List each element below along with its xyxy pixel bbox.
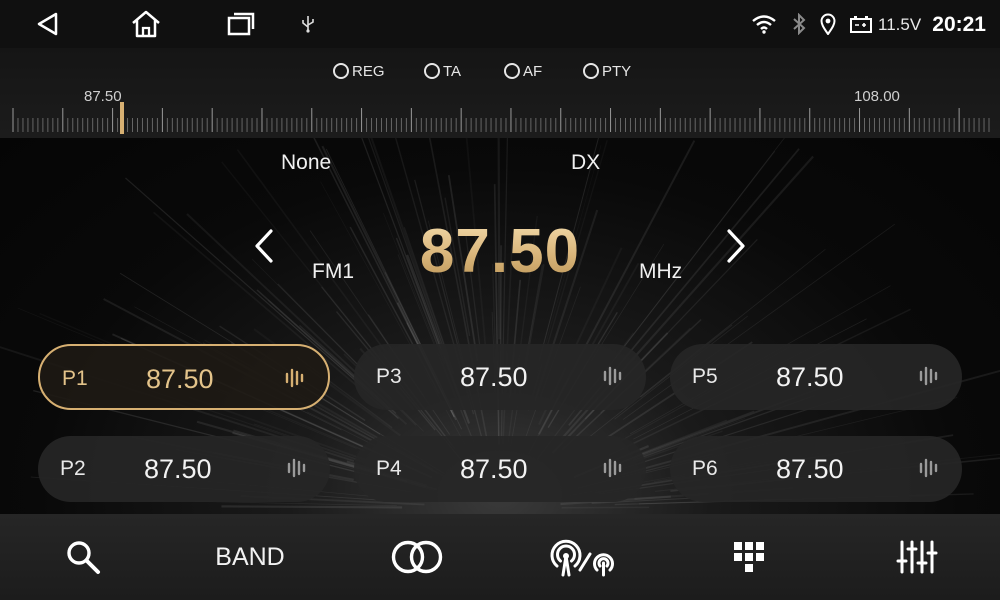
- bluetooth-icon: [788, 0, 810, 48]
- preset-label: P6: [692, 457, 718, 480]
- signal-icon: [603, 366, 622, 386]
- preset-p2[interactable]: P2 87.50: [38, 436, 330, 502]
- frequency-marker[interactable]: [120, 102, 124, 134]
- preset-label: P5: [692, 365, 718, 388]
- preset-frequency: 87.50: [776, 454, 844, 484]
- preset-frequency: 87.50: [144, 454, 212, 484]
- preset-label: P4: [376, 457, 402, 480]
- pty-name: None: [281, 151, 332, 174]
- home-icon[interactable]: [128, 0, 164, 48]
- preset-frequency: 87.50: [146, 364, 214, 394]
- signal-icon: [287, 458, 306, 478]
- af-label: AF: [523, 62, 543, 80]
- preset-label: P2: [60, 457, 86, 480]
- signal-icon: [919, 458, 938, 478]
- stereo-icon[interactable]: [385, 514, 449, 600]
- clock: 20:21: [932, 13, 986, 36]
- equalizer-icon[interactable]: [893, 514, 941, 600]
- preset-p6[interactable]: P6 87.50: [670, 436, 962, 502]
- reg-label: REG: [352, 62, 385, 80]
- reg-radio[interactable]: [333, 63, 349, 79]
- grid-icon[interactable]: [729, 514, 769, 600]
- signal-icon: [603, 458, 622, 478]
- location-icon: [818, 0, 838, 48]
- preset-frequency: 87.50: [460, 454, 528, 484]
- signal-icon: [285, 368, 304, 388]
- wifi-icon: [750, 0, 778, 48]
- frequency-scale[interactable]: [12, 102, 990, 136]
- main-display: None DX FM1 87.50 MHz P1 87.50 P2 87.50 …: [0, 138, 1000, 514]
- preset-label: P1: [62, 367, 88, 390]
- preset-p4[interactable]: P4 87.50: [354, 436, 646, 502]
- preset-label: P3: [376, 365, 402, 388]
- reg-option[interactable]: REG: [333, 60, 385, 82]
- preset-p1[interactable]: P1 87.50: [38, 344, 330, 410]
- af-radio[interactable]: [504, 63, 520, 79]
- dx-mode[interactable]: DX: [571, 151, 600, 175]
- pty-label: PTY: [602, 62, 632, 80]
- current-frequency: 87.50: [395, 216, 605, 287]
- ta-label: TA: [443, 62, 462, 80]
- af-option[interactable]: AF: [504, 60, 542, 82]
- preset-frequency: 87.50: [776, 362, 844, 392]
- bottom-toolbar: BAND: [0, 514, 1000, 600]
- preset-p3[interactable]: P3 87.50: [354, 344, 646, 410]
- seek-next-button[interactable]: [716, 226, 756, 266]
- seek-prev-button[interactable]: [244, 226, 284, 266]
- recent-apps-icon[interactable]: [224, 0, 258, 48]
- ta-radio[interactable]: [424, 63, 440, 79]
- pty-radio[interactable]: [583, 63, 599, 79]
- local-distance-icon[interactable]: [546, 514, 622, 600]
- preset-p5[interactable]: P5 87.50: [670, 344, 962, 410]
- status-bar: 11.5V 20:21: [0, 0, 1000, 48]
- search-icon[interactable]: [58, 514, 108, 600]
- back-icon[interactable]: [32, 0, 64, 48]
- ta-option[interactable]: TA: [424, 60, 461, 82]
- signal-icon: [919, 366, 938, 386]
- voltage-text: 11.5V: [878, 15, 922, 34]
- usb-icon: [298, 0, 318, 48]
- band-button[interactable]: BAND: [200, 514, 300, 600]
- preset-frequency: 87.50: [460, 362, 528, 392]
- battery-icon: [848, 0, 874, 48]
- frequency-unit: MHz: [639, 260, 683, 283]
- band-name: FM1: [312, 260, 354, 283]
- pty-option[interactable]: PTY: [583, 60, 631, 82]
